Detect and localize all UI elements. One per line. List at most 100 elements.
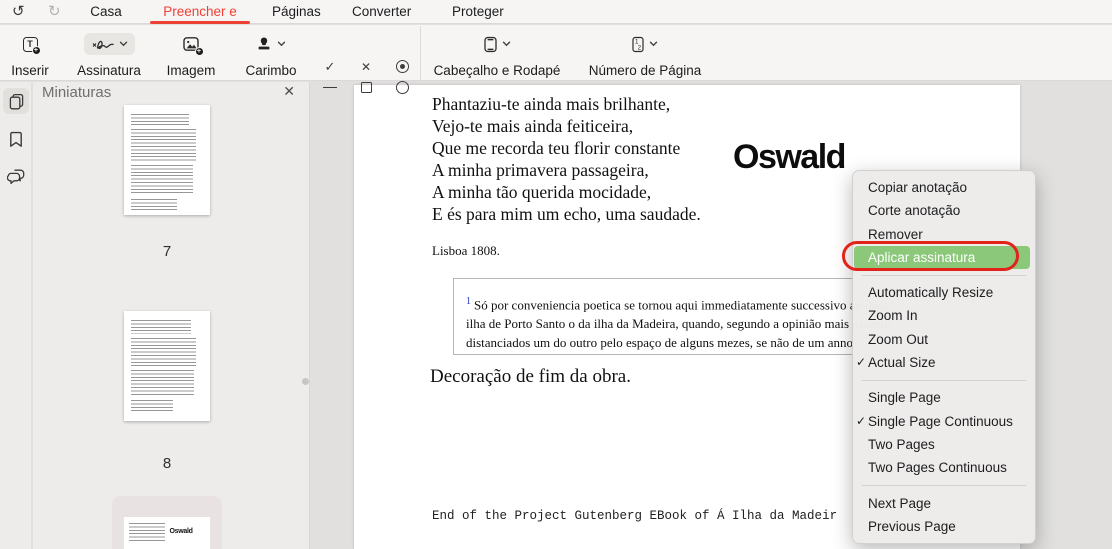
thumbnail-text-lines xyxy=(131,400,173,412)
place-date-text: Lisboa 1808. xyxy=(432,243,500,258)
toolbar-divider xyxy=(420,26,421,80)
chevron-down-icon xyxy=(119,41,127,47)
menu-item-previous-page[interactable]: Previous Page xyxy=(853,515,1035,538)
page-number-button[interactable]: 1 2 Número de Página xyxy=(585,30,705,78)
dash-shape-button[interactable] xyxy=(323,86,337,89)
signature-icon xyxy=(92,40,114,50)
menu-separator xyxy=(862,274,1026,276)
insert-label: Inserir xyxy=(11,63,49,78)
poem-text: Phantaziu-te ainda mais brilhante, Vejo-… xyxy=(432,93,701,225)
tab-casa[interactable]: Casa xyxy=(83,0,129,23)
menu-item-two-pages[interactable]: Two Pages xyxy=(853,433,1035,456)
menu-item-aplicar-assinatura[interactable]: Aplicar assinatura xyxy=(854,245,1030,270)
chevron-down-icon xyxy=(277,41,286,47)
square-shape-button[interactable] xyxy=(360,82,372,93)
thumbnail-text-lines xyxy=(131,114,189,125)
page-number-7: 7 xyxy=(162,243,172,260)
page-number-icon: 1 2 xyxy=(632,36,644,52)
pages-icon xyxy=(9,93,23,109)
thumbnail-page-9-selected[interactable]: Oswald xyxy=(112,496,222,549)
comments-icon xyxy=(7,169,25,185)
app-window: ↺ ↻ Casa Preencher e assinar Páginas Con… xyxy=(0,0,1112,549)
footnote-marker[interactable]: 1 xyxy=(466,296,471,307)
fill-sign-toolbar: T + Inserir Assinatura + Imagem Carimbo … xyxy=(0,25,1112,94)
bookmarks-panel-button[interactable] xyxy=(3,126,29,152)
stamp-label: Carimbo xyxy=(245,63,297,78)
plus-badge-icon: + xyxy=(194,47,204,56)
menu-item-single-page[interactable]: Single Page xyxy=(853,386,1035,409)
poem-line: A minha tão querida mocidade, xyxy=(432,182,652,202)
menu-item-single-page-continuous[interactable]: ✓ Single Page Continuous xyxy=(853,410,1035,433)
signature-annotation[interactable]: Oswald xyxy=(733,138,846,177)
stamp-button[interactable]: Carimbo xyxy=(234,30,308,78)
filled-radio-shape-button[interactable] xyxy=(395,60,409,73)
thumbnail-text-lines xyxy=(131,370,195,396)
image-button[interactable]: + Imagem xyxy=(154,30,228,78)
signature-label: Assinatura xyxy=(77,63,141,78)
chevron-down-icon xyxy=(502,41,510,47)
thumbnail-text-lines xyxy=(129,523,166,543)
menu-item-copiar-anotacao[interactable]: Copiar anotação xyxy=(853,176,1035,199)
menu-separator xyxy=(862,485,1026,487)
tab-proteger[interactable]: Proteger xyxy=(452,0,504,23)
menu-item-zoom-in[interactable]: Zoom In xyxy=(853,304,1035,327)
footnote-text: Só por conveniencia poetica se tornou aq… xyxy=(474,297,889,313)
thumbnail-text-lines xyxy=(131,320,192,334)
checkmark-icon: ✓ xyxy=(856,355,867,370)
insert-text-icon: T + xyxy=(22,36,41,55)
menu-item-actual-size[interactable]: ✓ Actual Size xyxy=(853,351,1035,374)
annotations-panel-button[interactable] xyxy=(3,164,29,190)
insert-text-button[interactable]: T + Inserir xyxy=(0,30,60,78)
menu-item-label: Actual Size xyxy=(868,355,936,371)
chevron-down-icon xyxy=(649,41,658,47)
signature-pill xyxy=(83,33,135,55)
page-number-8: 8 xyxy=(162,455,172,472)
thumbnail-signature-text: Oswald xyxy=(169,528,193,535)
poem-line: A minha primavera passageira, xyxy=(432,160,649,180)
signature-button[interactable]: Assinatura xyxy=(69,30,149,78)
cross-shape-button[interactable]: ✕ xyxy=(361,60,371,74)
checkmark-shape-button[interactable]: ✓ xyxy=(325,59,336,75)
poem-line: Vejo-te mais ainda feiticeira, xyxy=(432,116,634,136)
menu-item-next-page[interactable]: Next Page xyxy=(853,492,1035,515)
thumbnails-panel-button[interactable] xyxy=(3,88,29,114)
radio-dot xyxy=(399,64,405,69)
undo-icon[interactable]: ↺ xyxy=(12,2,25,22)
header-footer-label: Cabeçalho e Rodapé xyxy=(433,63,561,78)
thumbnail-page-7[interactable] xyxy=(124,105,210,215)
stamp-icon xyxy=(258,37,270,50)
header-footer-icon xyxy=(483,36,497,52)
bookmark-icon xyxy=(10,131,22,147)
header-footer-button[interactable]: Cabeçalho e Rodapé xyxy=(432,30,562,78)
poem-line: Phantaziu-te ainda mais brilhante, xyxy=(432,94,671,114)
thumbnail-page-8[interactable] xyxy=(124,311,210,421)
menu-item-corte-anotacao[interactable]: Corte anotação xyxy=(853,199,1035,222)
tab-preencher-e-assinar[interactable]: Preencher e assinar xyxy=(150,0,250,42)
redo-icon[interactable]: ↻ xyxy=(48,2,61,22)
thumbnail-page-9[interactable]: Oswald xyxy=(124,517,210,549)
menu-item-zoom-out[interactable]: Zoom Out xyxy=(853,328,1035,351)
thumbnail-text-lines xyxy=(131,338,196,366)
closing-line-text: Decoração de fim da obra. xyxy=(430,366,631,387)
circle-shape-button[interactable] xyxy=(395,81,409,94)
close-icon[interactable]: ✕ xyxy=(283,83,295,100)
menu-item-two-pages-continuous[interactable]: Two Pages Continuous xyxy=(853,456,1035,479)
page-number-label: Número de Página xyxy=(588,63,702,78)
tab-converter[interactable]: Converter xyxy=(352,0,411,23)
menu-item-remover[interactable]: Remover xyxy=(853,223,1035,246)
panel-resize-handle[interactable] xyxy=(302,378,309,385)
top-tab-bar: ↺ ↻ Casa Preencher e assinar Páginas Con… xyxy=(0,0,1112,42)
menu-separator xyxy=(862,379,1026,381)
menu-item-automatically-resize[interactable]: Automatically Resize xyxy=(853,281,1035,304)
plus-badge-icon: + xyxy=(31,45,41,55)
panel-title: Miniaturas xyxy=(42,84,112,101)
thumbnail-text-lines xyxy=(131,129,196,161)
sidebar-icon-rail xyxy=(0,82,32,549)
tab-paginas[interactable]: Páginas xyxy=(272,0,321,23)
checkmark-icon: ✓ xyxy=(856,413,867,428)
active-tab-underline xyxy=(150,20,250,24)
svg-text:2: 2 xyxy=(638,44,642,51)
quick-shapes-grid: ✓ ✕ xyxy=(312,56,420,98)
thumbnails-panel: Miniaturas ✕ 7 8 Oswald xyxy=(33,82,310,549)
thumbnail-text-lines xyxy=(131,165,193,195)
